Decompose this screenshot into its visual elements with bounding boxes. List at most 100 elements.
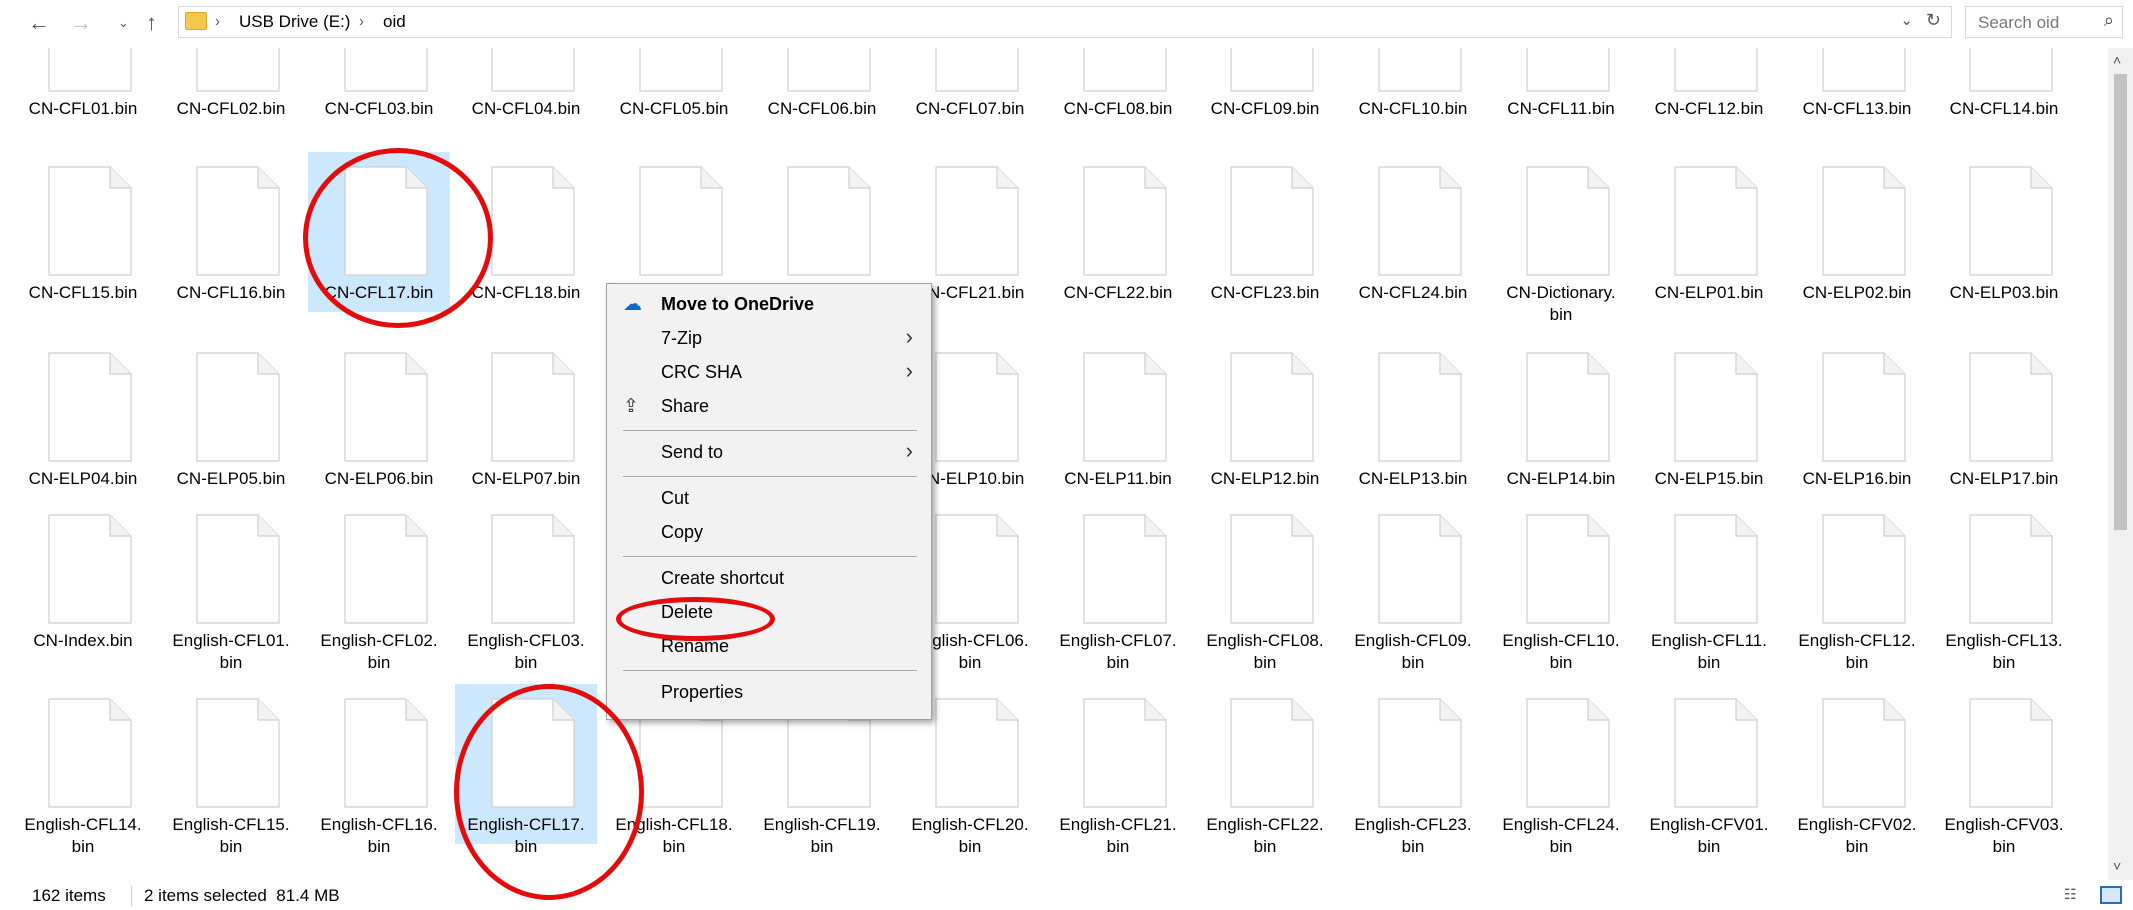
file-item[interactable]: CN-CFL22.bin xyxy=(1047,152,1189,312)
file-item[interactable]: English-CFL14. bin xyxy=(12,684,154,856)
file-item[interactable]: CN-ELP12.bin xyxy=(1194,338,1336,498)
file-name: CN-ELP14.bin xyxy=(1506,469,1616,488)
menu-item-crc-sha[interactable]: CRC SHA › xyxy=(609,356,927,389)
menu-item-7-zip[interactable]: 7-Zip › xyxy=(609,322,927,355)
file-item[interactable]: English-CFL01. bin xyxy=(160,500,302,672)
file-item[interactable]: CN-CFL17.bin xyxy=(308,152,450,312)
file-item[interactable]: English-CFL21. bin xyxy=(1047,684,1189,856)
file-item[interactable]: CN-ELP05.bin xyxy=(160,338,302,498)
refresh-icon[interactable]: ↻ xyxy=(1926,10,1941,31)
file-item[interactable]: CN-ELP17.bin xyxy=(1933,338,2075,498)
file-item[interactable]: CN-ELP11.bin xyxy=(1047,338,1189,498)
arrow-left-icon[interactable]: ← xyxy=(28,8,50,38)
file-item[interactable]: CN-ELP14.bin xyxy=(1490,338,1632,498)
menu-item-send-to[interactable]: Send to › xyxy=(609,436,927,469)
file-item[interactable]: CN-CFL09.bin xyxy=(1194,48,1336,128)
file-item[interactable]: English-CFL11. bin xyxy=(1638,500,1780,672)
details-view-icon[interactable]: ☷ xyxy=(2064,886,2090,904)
file-item[interactable]: CN-ELP07.bin xyxy=(455,338,597,498)
large-icons-view-icon[interactable] xyxy=(2100,886,2122,904)
file-item[interactable]: CN-CFL14.bin xyxy=(1933,48,2075,128)
breadcrumb-oid[interactable]: oid xyxy=(383,11,406,33)
file-icon xyxy=(935,514,1019,624)
file-item[interactable]: CN-Dictionary. bin xyxy=(1490,152,1632,324)
menu-item-properties[interactable]: Properties xyxy=(609,676,927,709)
arrow-up-icon[interactable]: ↑ xyxy=(146,8,157,38)
menu-item-cut[interactable]: Cut xyxy=(609,482,927,515)
file-item[interactable]: English-CFL16. bin xyxy=(308,684,450,856)
file-item[interactable]: English-CFL17. bin xyxy=(455,684,597,856)
file-item[interactable]: CN-CFL05.bin xyxy=(603,48,745,128)
file-item[interactable]: English-CFL07. bin xyxy=(1047,500,1189,672)
file-item[interactable]: CN-ELP16.bin xyxy=(1786,338,1928,498)
file-name: CN-CFL22.bin xyxy=(1063,283,1173,302)
file-item[interactable]: CN-CFL06.bin xyxy=(751,48,893,128)
file-item[interactable]: CN-CFL23.bin xyxy=(1194,152,1336,312)
file-item[interactable]: English-CFV02. bin xyxy=(1786,684,1928,856)
file-item[interactable]: English-CFL13. bin xyxy=(1933,500,2075,672)
file-item[interactable]: CN-CFL04.bin xyxy=(455,48,597,128)
file-item[interactable]: CN-CFL10.bin xyxy=(1342,48,1484,128)
file-item[interactable]: English-CFV03. bin xyxy=(1933,684,2075,856)
file-icon xyxy=(1378,698,1462,808)
file-item[interactable]: CN-CFL15.bin xyxy=(12,152,154,312)
file-icon xyxy=(48,48,132,92)
file-item[interactable]: English-CFL12. bin xyxy=(1786,500,1928,672)
status-bar: 162 items 2 items selected 81.4 MB ☷ xyxy=(0,880,2133,910)
file-item[interactable]: CN-ELP01.bin xyxy=(1638,152,1780,312)
menu-item-copy[interactable]: Copy xyxy=(609,516,927,549)
file-item[interactable]: English-CFL09. bin xyxy=(1342,500,1484,672)
file-item[interactable]: CN-CFL02.bin xyxy=(160,48,302,128)
file-item[interactable]: English-CFL08. bin xyxy=(1194,500,1336,672)
file-item[interactable]: CN-CFL03.bin xyxy=(308,48,450,128)
breadcrumb-usb-drive[interactable]: USB Drive (E:) xyxy=(239,11,350,33)
file-item[interactable]: CN-Index.bin xyxy=(12,500,154,660)
file-name: CN-ELP03.bin xyxy=(1949,283,2059,302)
menu-item-rename[interactable]: Rename xyxy=(609,630,927,663)
file-item[interactable]: CN-CFL08.bin xyxy=(1047,48,1189,128)
address-bar[interactable]: › USB Drive (E:) › oid ⌄ ↻ xyxy=(178,6,1952,38)
file-item[interactable]: English-CFL22. bin xyxy=(1194,684,1336,856)
file-item[interactable]: CN-ELP04.bin xyxy=(12,338,154,498)
file-name: CN-CFL02.bin xyxy=(176,99,286,118)
menu-item-share[interactable]: ⇪ Share xyxy=(609,390,927,423)
file-item[interactable]: CN-ELP03.bin xyxy=(1933,152,2075,312)
file-item[interactable]: English-CFL24. bin xyxy=(1490,684,1632,856)
file-item[interactable]: CN-CFL11.bin xyxy=(1490,48,1632,128)
file-item[interactable]: English-CFL23. bin xyxy=(1342,684,1484,856)
file-item[interactable]: CN-ELP15.bin xyxy=(1638,338,1780,498)
file-item[interactable]: English-CFL03. bin xyxy=(455,500,597,672)
scroll-up-icon[interactable]: ˄ xyxy=(2113,52,2121,68)
file-item[interactable]: CN-ELP13.bin xyxy=(1342,338,1484,498)
arrow-right-icon[interactable]: → xyxy=(70,8,92,38)
file-item[interactable]: CN-CFL18.bin xyxy=(455,152,597,312)
vertical-scrollbar[interactable]: ˄ ˅ xyxy=(2108,48,2133,880)
file-list[interactable]: CN-CFL01.bin CN-CFL02.bin CN-CFL03.bin CN-C… xyxy=(12,48,2102,880)
scroll-down-icon[interactable]: ˅ xyxy=(2113,858,2121,874)
menu-item-delete[interactable]: Delete xyxy=(609,596,927,629)
file-item[interactable]: CN-CFL07.bin xyxy=(899,48,1041,128)
file-item[interactable]: CN-CFL12.bin xyxy=(1638,48,1780,128)
file-item[interactable]: CN-CFL16.bin xyxy=(160,152,302,312)
chevron-down-icon[interactable]: ⌄ xyxy=(1900,11,1913,29)
file-item[interactable]: English-CFL10. bin xyxy=(1490,500,1632,672)
file-item[interactable]: English-CFL02. bin xyxy=(308,500,450,672)
file-item[interactable]: English-CFV01. bin xyxy=(1638,684,1780,856)
search-input[interactable]: Search oid ⌕ xyxy=(1965,6,2123,38)
menu-item-move-to-onedrive[interactable]: ☁ Move to OneDrive xyxy=(609,288,927,321)
menu-item-create-shortcut[interactable]: Create shortcut xyxy=(609,562,927,595)
file-item[interactable]: CN-CFL24.bin xyxy=(1342,152,1484,312)
scrollbar-thumb[interactable] xyxy=(2114,74,2127,530)
file-item[interactable]: CN-ELP02.bin xyxy=(1786,152,1928,312)
chevron-down-icon[interactable]: ⌄ xyxy=(118,8,129,38)
file-icon xyxy=(1230,166,1314,276)
file-item[interactable]: CN-CFL13.bin xyxy=(1786,48,1928,128)
file-icon xyxy=(1822,48,1906,92)
file-icon xyxy=(787,48,871,92)
search-icon[interactable]: ⌕ xyxy=(2104,10,2114,31)
file-item[interactable]: CN-CFL01.bin xyxy=(12,48,154,128)
file-name: English-CFL13. bin xyxy=(1945,631,2063,672)
file-icon xyxy=(1083,514,1167,624)
file-item[interactable]: English-CFL15. bin xyxy=(160,684,302,856)
file-item[interactable]: CN-ELP06.bin xyxy=(308,338,450,498)
